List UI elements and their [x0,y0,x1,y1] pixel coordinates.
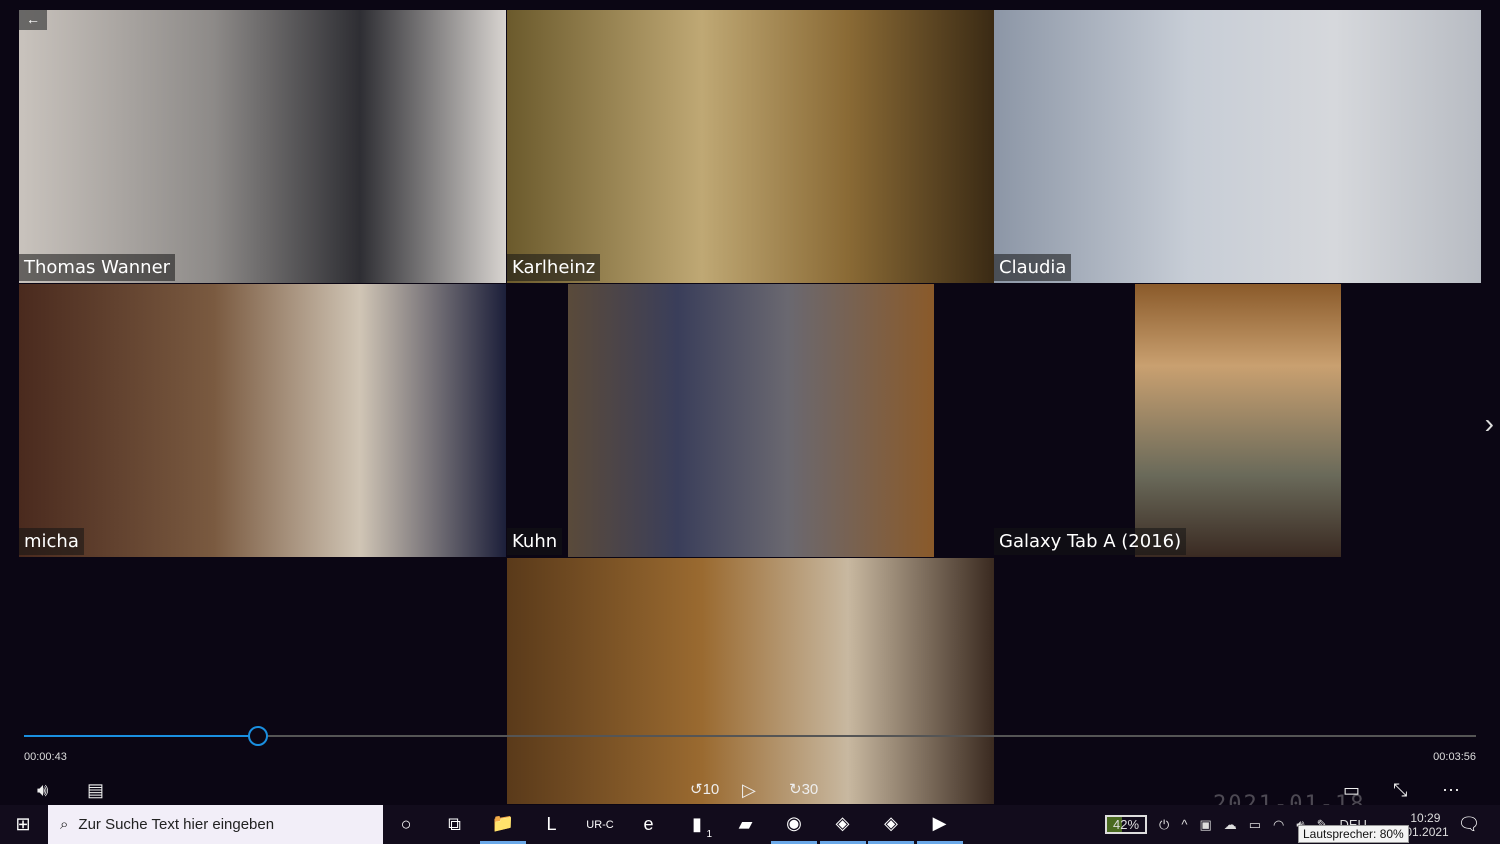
participant-tile[interactable]: Claudia [994,10,1481,283]
skip-back-10-button[interactable]: ↺10 [690,780,719,798]
taskbar-app[interactable]: ◈ [868,805,914,844]
total-time: 00:03:56 [1433,751,1476,763]
more-options-button[interactable]: ⋯ [1442,780,1460,801]
participant-video [19,10,506,283]
participant-video [1135,284,1341,557]
seek-bar-progress [24,735,258,737]
meet-now-icon[interactable]: ▣ [1199,817,1211,833]
participant-video [507,10,994,283]
participant-tile[interactable]: micha [19,284,506,557]
chevron-right-icon: › [1484,408,1494,439]
exit-fullscreen-icon: ⤡ [1393,780,1408,800]
notifications-button[interactable]: 🗨︎ [1446,805,1492,844]
forward-30-icon: ↻30 [789,781,819,798]
edge-icon: e [643,814,654,834]
captions-icon: ▤ [87,780,105,800]
participant-name: micha [19,528,84,555]
app-icon-2: ◈ [884,812,898,833]
participant-tile[interactable] [507,558,994,804]
clock-date: .01.2021 [1402,824,1449,839]
volume-button[interactable]: 🔊︎ [37,780,48,801]
participant-video [507,558,994,804]
mini-view-button[interactable]: ▭ [1343,780,1360,801]
onedrive-icon[interactable]: ☁ [1224,817,1237,833]
play-icon: ▷ [742,780,756,800]
participant-tile[interactable]: Kuhn [507,284,994,557]
participant-tile[interactable]: Karlheinz [507,10,994,283]
more-icon: ⋯ [1442,780,1460,800]
app-badge: 1 [706,829,712,840]
exit-fullscreen-button[interactable]: ⤡ [1393,780,1407,801]
taskbar-app[interactable]: ▶ [916,805,963,844]
participant-video [568,284,934,557]
participant-name: Thomas Wanner [19,254,176,281]
seek-thumb[interactable] [247,726,268,746]
clock[interactable]: 10:29 .01.2021 [1402,805,1449,844]
start-button[interactable]: ⊞ [0,805,46,844]
chrome-icon: ◉ [786,812,802,833]
urc-app-icon: UR-C [586,818,614,831]
taskbar-app[interactable]: ▰ [723,805,769,844]
speaker-icon: 🔊︎ [37,780,49,800]
rewind-10-icon: ↺10 [690,781,720,798]
search-box[interactable]: ⌕ Zur Suche Text hier eingeben [48,805,383,844]
taskbar-app[interactable]: ◈ [819,805,866,844]
search-placeholder: Zur Suche Text hier eingeben [78,816,275,833]
wifi-icon[interactable]: ◠ [1273,817,1284,833]
participant-name: Galaxy Tab A (2016) [994,528,1187,555]
play-button[interactable]: ▷ [742,780,756,801]
battery-indicator[interactable]: 42% [1105,815,1148,834]
power-plug-icon: ⏻ [1159,816,1170,832]
skip-forward-30-button[interactable]: ↻30 [789,780,818,798]
participant-name: Claudia [994,254,1072,281]
action-center-icon: 🗨︎ [1457,814,1481,834]
task-view-icon: ⧉ [448,814,461,834]
seek-bar[interactable] [24,726,1476,746]
app-icon: ◈ [835,812,850,833]
participant-name: Kuhn [507,528,563,555]
show-hidden-icons-button[interactable]: ^ [1181,817,1187,832]
taskbar-app[interactable]: ◉ [771,805,817,844]
taskbar-app[interactable]: ○ [383,805,429,844]
participant-video [994,10,1481,283]
taskbar: ⊞ ⌕ Zur Suche Text hier eingeben ○ ⧉ 📁 L UR-… [0,805,1500,844]
l-app-icon: L [546,814,557,834]
file-explorer-icon: 📁 [491,812,515,833]
taskbar-app[interactable]: ⧉ [432,805,478,844]
elapsed-time: 00:00:43 [24,751,67,763]
participant-video [19,284,506,557]
back-button[interactable]: ← [19,10,47,30]
participant-name: Karlheinz [507,254,601,281]
taskbar-app[interactable]: e [626,805,672,844]
taskbar-app[interactable]: ▮ 1 [674,805,720,844]
movies-tv-icon: ▶ [932,812,947,833]
subtitles-button[interactable]: ▤ [87,780,104,801]
taskbar-app[interactable]: UR-C [577,805,623,844]
windows-icon: ⊞ [15,814,31,834]
taskbar-app[interactable]: 📁 [480,805,526,844]
participant-tile[interactable]: Thomas Wanner [19,10,506,283]
phone-app-icon: ▮ [692,814,702,834]
cortana-icon: ○ [400,814,412,834]
search-icon: ⌕ [60,816,69,833]
mini-view-icon: ▭ [1343,780,1361,800]
participant-tile[interactable]: Galaxy Tab A (2016) [994,284,1481,557]
battery-icon[interactable]: ▭ [1249,817,1261,833]
sticky-notes-icon: ▰ [738,814,753,834]
volume-tooltip: Lautsprecher: 80% [1298,825,1409,843]
taskbar-app[interactable]: L [529,805,575,844]
arrow-left-icon: ← [26,11,40,27]
clock-time: 10:29 [1410,810,1441,825]
next-page-button[interactable]: › [1485,408,1494,440]
